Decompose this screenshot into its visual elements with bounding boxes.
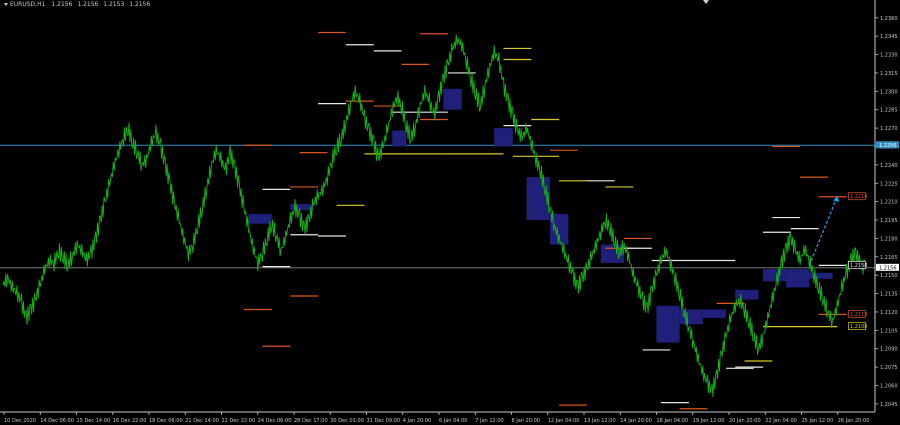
price-tick-label: 1.2105 <box>880 328 898 334</box>
price-tick-label: 1.2315 <box>880 71 898 77</box>
time-tick-label: 26 Jan 20:00 <box>838 418 870 424</box>
price-tick-label: 1.2195 <box>880 218 898 224</box>
current-price-badge: 1.2156 <box>879 265 897 271</box>
time-tick-label: 30 Dec 01:00 <box>330 418 364 424</box>
time-tick-label: 21 Dec 14:00 <box>185 418 219 424</box>
supply-demand-zone <box>735 289 759 300</box>
chart-window[interactable]: EURUSD,H1 1.2156 1.2156 1.2153 1.2156 1.… <box>0 0 900 425</box>
level-value-label: 1.2118 <box>850 312 868 318</box>
level-value-label: 1.2158 <box>850 263 868 269</box>
time-tick-label: 25 Jan 12:00 <box>802 418 834 424</box>
price-tick-label: 1.2285 <box>880 108 898 114</box>
price-tick-label: 1.2180 <box>880 236 898 242</box>
time-tick-label: 31 Dec 09:00 <box>367 418 401 424</box>
time-tick-label: 20 Jan 20:00 <box>729 418 761 424</box>
supply-demand-zone <box>702 309 726 319</box>
time-tick-label: 6 Jan 04:00 <box>439 418 467 424</box>
time-tick-label: 22 Jan 04:00 <box>765 418 797 424</box>
supply-demand-zone <box>443 88 462 110</box>
time-tick-label: 7 Jan 12:00 <box>475 418 503 424</box>
price-chart[interactable]: 1.2360 1.2345 1.2330 1.2315 1.2300 1.2285 1.22… <box>0 0 900 425</box>
blue-level-price-badge: 1.2256 <box>879 143 897 149</box>
time-tick-label: 8 Jan 20:00 <box>512 418 540 424</box>
time-tick-label: 28 Dec 17:00 <box>294 418 328 424</box>
time-tick-label: 18 Jan 04:00 <box>657 418 689 424</box>
price-tick-label: 1.2165 <box>880 255 898 261</box>
time-tick-label: 16 Dec 22:00 <box>113 418 147 424</box>
supply-demand-zone <box>763 269 787 282</box>
price-series-line <box>2 34 866 398</box>
price-tick-label: 1.2135 <box>880 292 898 298</box>
price-tick-label: 1.2300 <box>880 89 898 95</box>
price-tick-label: 1.2345 <box>880 34 898 40</box>
time-tick-label: 19 Jan 12:00 <box>693 418 725 424</box>
price-tick-label: 1.2045 <box>880 402 898 408</box>
price-tick-label: 1.2150 <box>880 273 898 279</box>
price-tick-label: 1.2330 <box>880 53 898 59</box>
supply-demand-zone <box>786 269 810 288</box>
supply-demand-zone <box>656 305 680 343</box>
price-tick-label: 1.2360 <box>880 16 898 22</box>
level-value-label: 1.2108 <box>850 324 868 330</box>
price-tick-label: 1.2270 <box>880 126 898 132</box>
projection-dashed-line <box>808 196 838 266</box>
time-tick-label: 15 Dec 14:00 <box>77 418 111 424</box>
time-tick-label: 14 Jan 20:00 <box>620 418 652 424</box>
price-tick-label: 1.2060 <box>880 383 898 389</box>
supply-demand-zone <box>494 128 513 147</box>
time-tick-label: 18 Dec 06:00 <box>149 418 183 424</box>
price-tick-label: 1.2075 <box>880 365 898 371</box>
level-value-label: 1.2214 <box>850 194 868 200</box>
supply-demand-zone <box>248 213 272 224</box>
price-tick-label: 1.2240 <box>880 163 898 169</box>
time-tick-label: 12 Jan 04:00 <box>548 418 580 424</box>
supply-demand-zone <box>392 130 407 147</box>
time-tick-label: 4 Jan 20:00 <box>403 418 431 424</box>
price-tick-label: 1.2120 <box>880 310 898 316</box>
price-tick-label: 1.2210 <box>880 200 898 206</box>
time-tick-label: 10 Dec 2020 <box>4 418 36 424</box>
time-tick-label: 22 Dec 22:00 <box>222 418 256 424</box>
time-tick-label: 24 Dec 06:00 <box>258 418 292 424</box>
price-tick-label: 1.2090 <box>880 347 898 353</box>
time-tick-label: 14 Dec 06:00 <box>40 418 74 424</box>
time-tick-label: 13 Jan 12:00 <box>584 418 616 424</box>
price-tick-label: 1.2225 <box>880 181 898 187</box>
